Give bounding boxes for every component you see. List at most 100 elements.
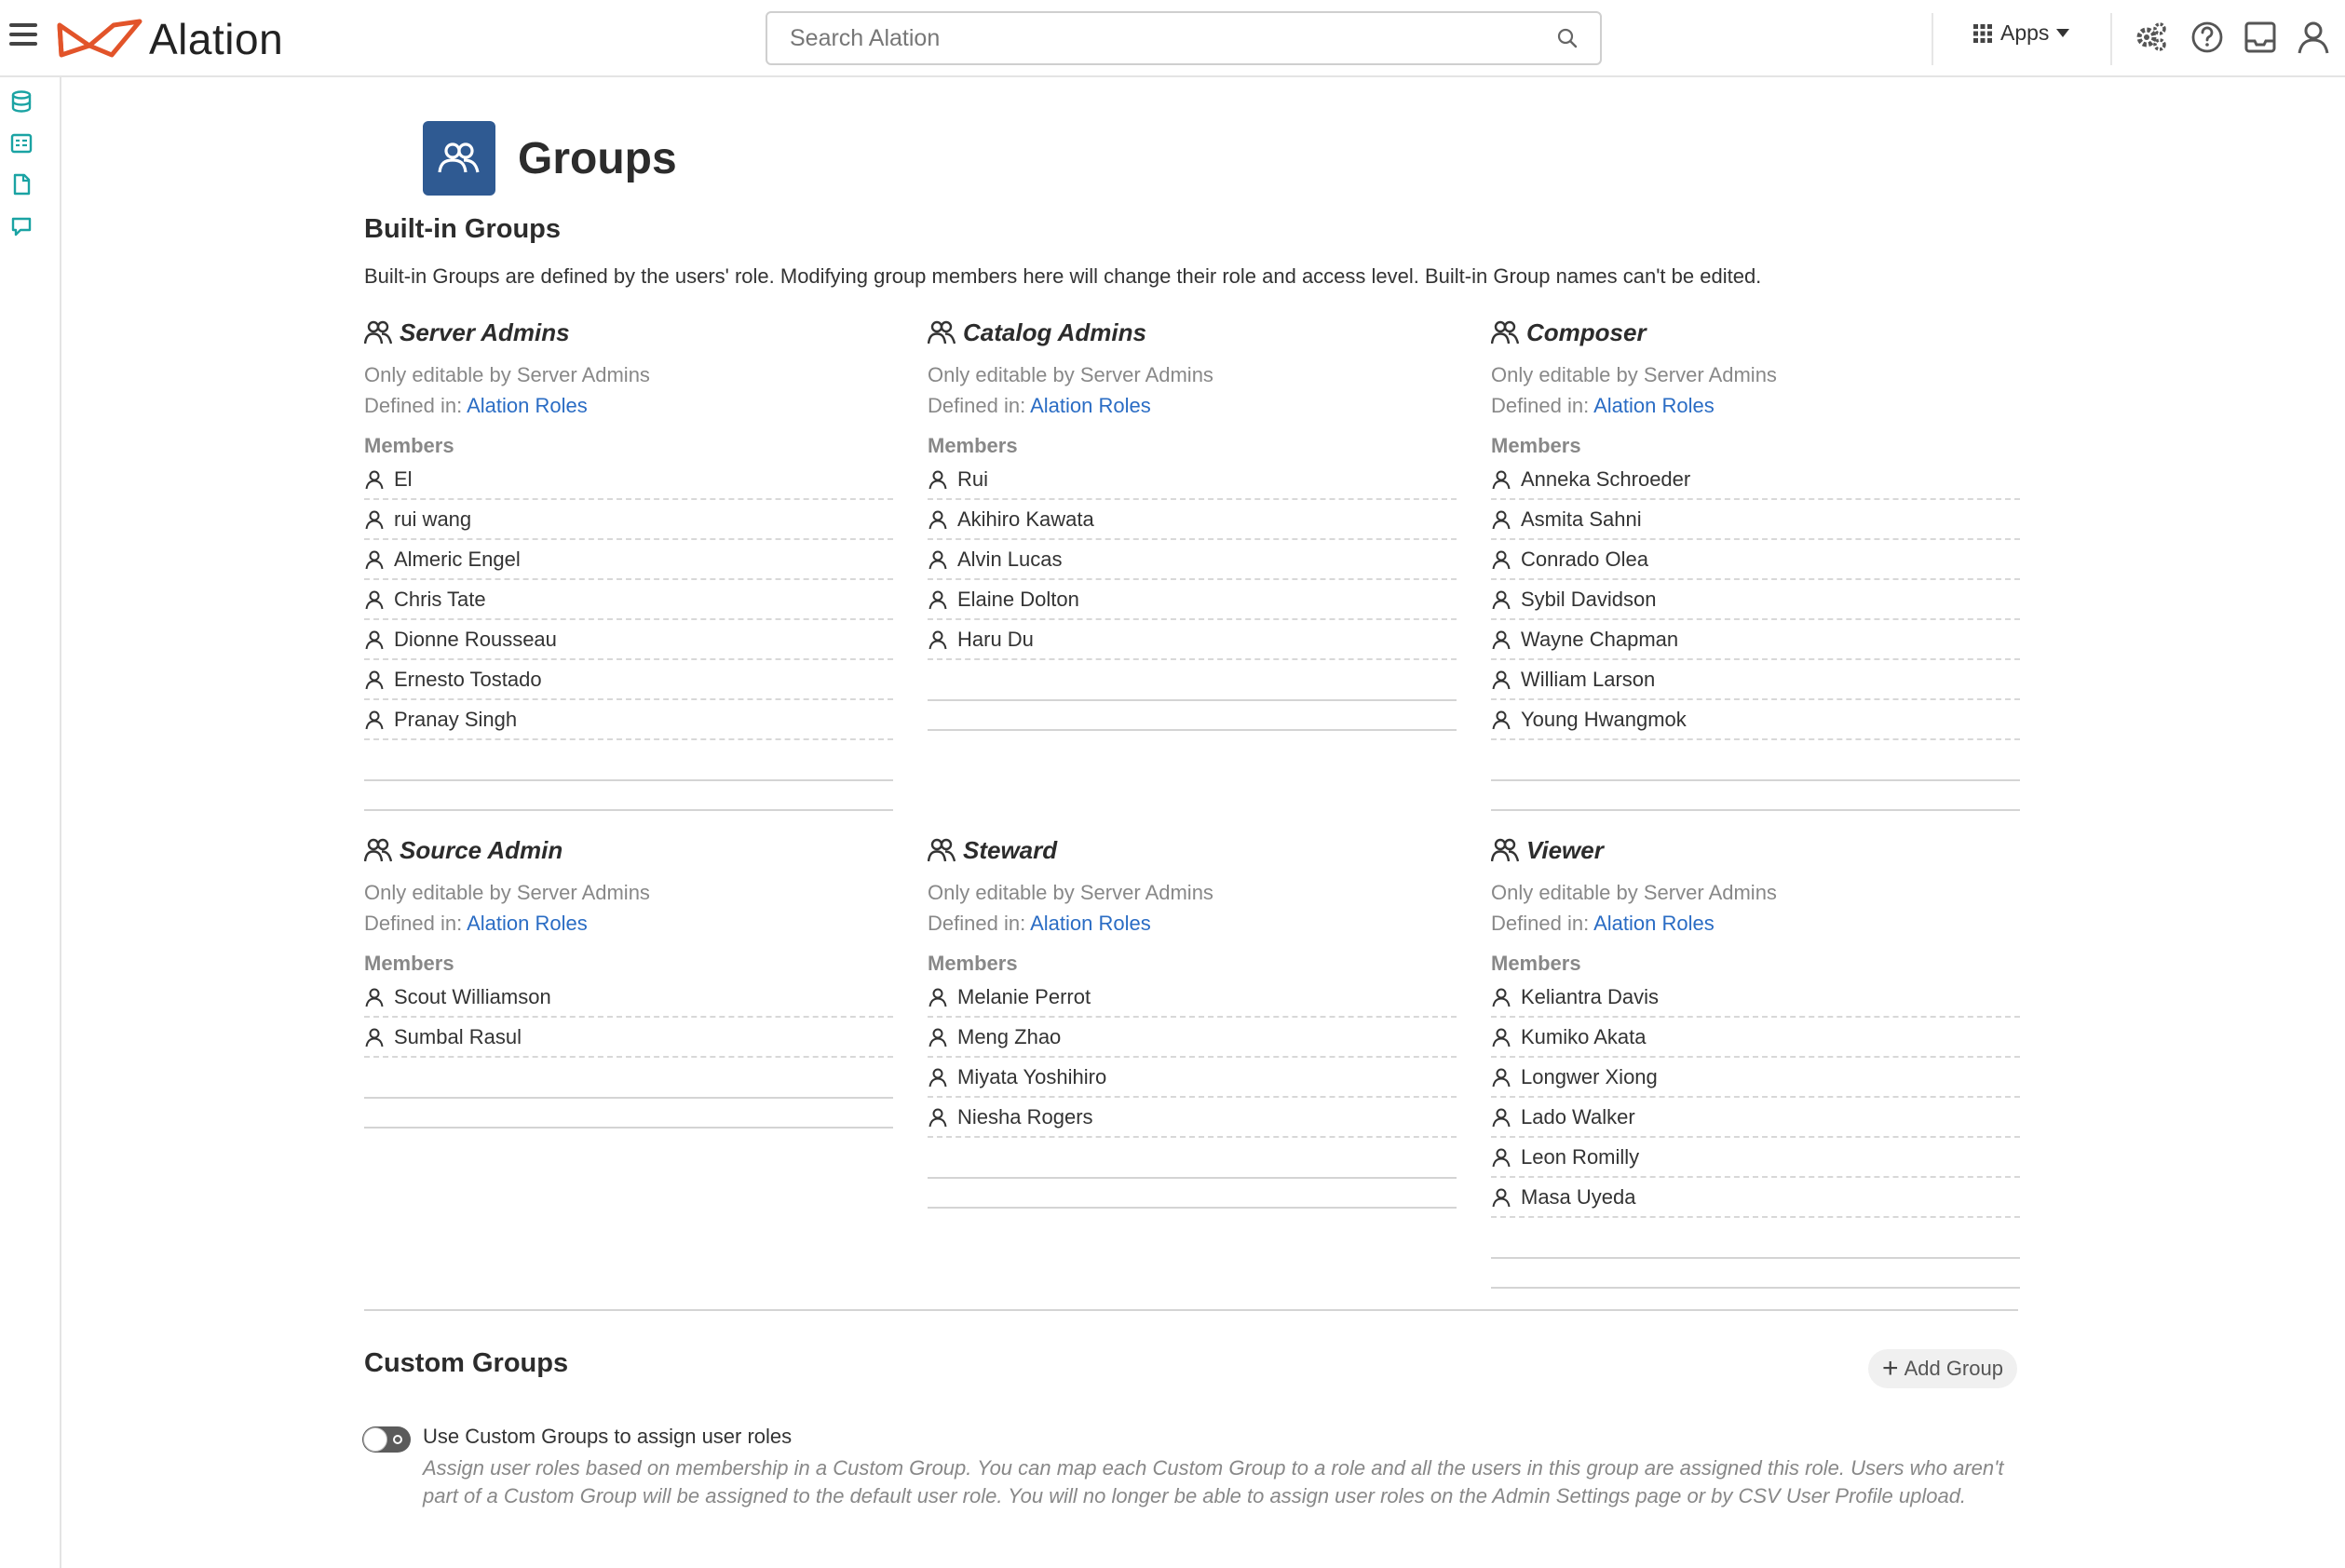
member-row[interactable]: Niesha Rogers <box>928 1098 1457 1138</box>
member-row[interactable]: Leon Romilly <box>1491 1138 2020 1178</box>
member-row[interactable]: Kumiko Akata <box>1491 1018 2020 1058</box>
user-icon <box>929 1068 947 1087</box>
groups-icon <box>438 142 480 173</box>
left-navigation-rail <box>0 77 61 1568</box>
group-title[interactable]: Source Admin <box>364 834 893 866</box>
member-row[interactable]: William Larson <box>1491 660 2020 700</box>
group-title[interactable]: Server Admins <box>364 317 893 348</box>
member-row[interactable]: Elaine Dolton <box>928 580 1457 620</box>
member-row[interactable]: Ernesto Tostado <box>364 660 893 700</box>
member-row[interactable]: Wayne Chapman <box>1491 620 2020 660</box>
members-label: Members <box>364 952 454 975</box>
member-row[interactable]: Keliantra Davis <box>1491 978 2020 1018</box>
group-name: Composer <box>1526 318 1647 346</box>
group-title[interactable]: Viewer <box>1491 834 2020 866</box>
add-group-label: Add Group <box>1904 1357 2003 1380</box>
hamburger-menu-icon[interactable] <box>9 23 37 47</box>
member-row[interactable]: Young Hwangmok <box>1491 700 2020 740</box>
member-row[interactable]: Rui <box>928 460 1457 500</box>
group-divider <box>928 729 1457 731</box>
member-row[interactable]: Asmita Sahni <box>1491 500 2020 540</box>
user-icon <box>1492 1108 1511 1127</box>
member-row[interactable]: Anneka Schroeder <box>1491 460 2020 500</box>
custom-groups-heading: Custom Groups <box>364 1348 569 1378</box>
group-defined-in: Defined in: Alation Roles <box>928 908 1457 939</box>
member-name: Anneka Schroeder <box>1521 466 1691 491</box>
member-row[interactable]: Almeric Engel <box>364 540 893 580</box>
user-icon <box>1492 550 1511 569</box>
group-editable-text: Only editable by Server Admins <box>928 363 1213 386</box>
member-name: El <box>394 466 413 491</box>
group-divider <box>1491 1287 2020 1289</box>
alation-roles-link[interactable]: Alation Roles <box>467 394 588 417</box>
group-title[interactable]: Steward <box>928 834 1457 866</box>
member-row[interactable]: Masa Uyeda <box>1491 1178 2020 1218</box>
document-icon[interactable] <box>9 172 34 196</box>
database-icon[interactable] <box>9 89 34 114</box>
member-row[interactable]: Chris Tate <box>364 580 893 620</box>
group-name: Server Admins <box>400 318 570 346</box>
member-row[interactable]: Alvin Lucas <box>928 540 1457 580</box>
member-row[interactable]: Melanie Perrot <box>928 978 1457 1018</box>
group-divider <box>1491 809 2020 811</box>
search-input[interactable] <box>788 23 1555 53</box>
alation-roles-link[interactable]: Alation Roles <box>467 912 588 935</box>
user-icon <box>929 470 947 489</box>
group-editable-text: Only editable by Server Admins <box>1491 363 1777 386</box>
member-row[interactable]: Scout Williamson <box>364 978 893 1018</box>
alation-roles-link[interactable]: Alation Roles <box>1030 912 1151 935</box>
user-icon <box>1492 590 1511 609</box>
member-row[interactable]: Lado Walker <box>1491 1098 2020 1138</box>
group-divider <box>364 1127 893 1129</box>
group-divider <box>364 1097 893 1099</box>
alation-roles-link[interactable]: Alation Roles <box>1593 394 1715 417</box>
member-row[interactable]: Dionne Rousseau <box>364 620 893 660</box>
header-divider <box>2110 13 2112 65</box>
member-row[interactable]: Sybil Davidson <box>1491 580 2020 620</box>
apps-label: Apps <box>2000 20 2050 45</box>
search-bar[interactable] <box>766 11 1602 65</box>
defined-in-label: Defined in: <box>928 394 1026 417</box>
member-row[interactable]: Conrado Olea <box>1491 540 2020 580</box>
member-row[interactable]: Sumbal Rasul <box>364 1018 893 1058</box>
apps-menu-button[interactable]: Apps <box>1972 20 2070 46</box>
members-label: Members <box>1491 952 1581 975</box>
group-title[interactable]: Catalog Admins <box>928 317 1457 348</box>
settings-gears-icon[interactable] <box>2133 19 2170 56</box>
member-name: Almeric Engel <box>394 547 521 571</box>
add-group-button[interactable]: + Add Group <box>1868 1349 2017 1388</box>
user-icon <box>929 510 947 529</box>
help-icon[interactable] <box>2189 19 2226 56</box>
member-row[interactable]: El <box>364 460 893 500</box>
alation-logo[interactable]: Alation <box>56 13 283 65</box>
page-header: Groups <box>423 121 677 196</box>
alation-roles-link[interactable]: Alation Roles <box>1030 394 1151 417</box>
member-row[interactable]: Pranay Singh <box>364 700 893 740</box>
group-divider <box>364 809 893 811</box>
alation-roles-link[interactable]: Alation Roles <box>1593 912 1715 935</box>
member-name: Keliantra Davis <box>1521 984 1659 1008</box>
plus-icon: + <box>1882 1353 1899 1384</box>
user-profile-icon[interactable] <box>2295 19 2332 56</box>
conversation-icon[interactable] <box>9 214 34 238</box>
member-row[interactable]: Miyata Yoshihiro <box>928 1058 1457 1098</box>
group-icon <box>364 320 392 345</box>
member-name: Lado Walker <box>1521 1104 1635 1129</box>
group-title[interactable]: Composer <box>1491 317 2020 348</box>
group-editable-text: Only editable by Server Admins <box>928 881 1213 904</box>
inbox-icon[interactable] <box>2242 19 2279 56</box>
member-row[interactable]: Meng Zhao <box>928 1018 1457 1058</box>
custom-groups-toggle[interactable] <box>362 1426 411 1453</box>
member-name: Leon Romilly <box>1521 1144 1640 1169</box>
member-row[interactable]: Longwer Xiong <box>1491 1058 2020 1098</box>
member-row[interactable]: Akihiro Kawata <box>928 500 1457 540</box>
catalog-icon[interactable] <box>9 131 34 155</box>
members-label: Members <box>928 434 1018 457</box>
member-row[interactable]: rui wang <box>364 500 893 540</box>
group-defined-in: Defined in: Alation Roles <box>364 390 893 421</box>
member-name: Meng Zhao <box>957 1024 1062 1048</box>
members-label: Members <box>1491 434 1581 457</box>
member-row[interactable]: Haru Du <box>928 620 1457 660</box>
logo-text: Alation <box>149 15 284 63</box>
search-icon[interactable] <box>1555 26 1579 50</box>
